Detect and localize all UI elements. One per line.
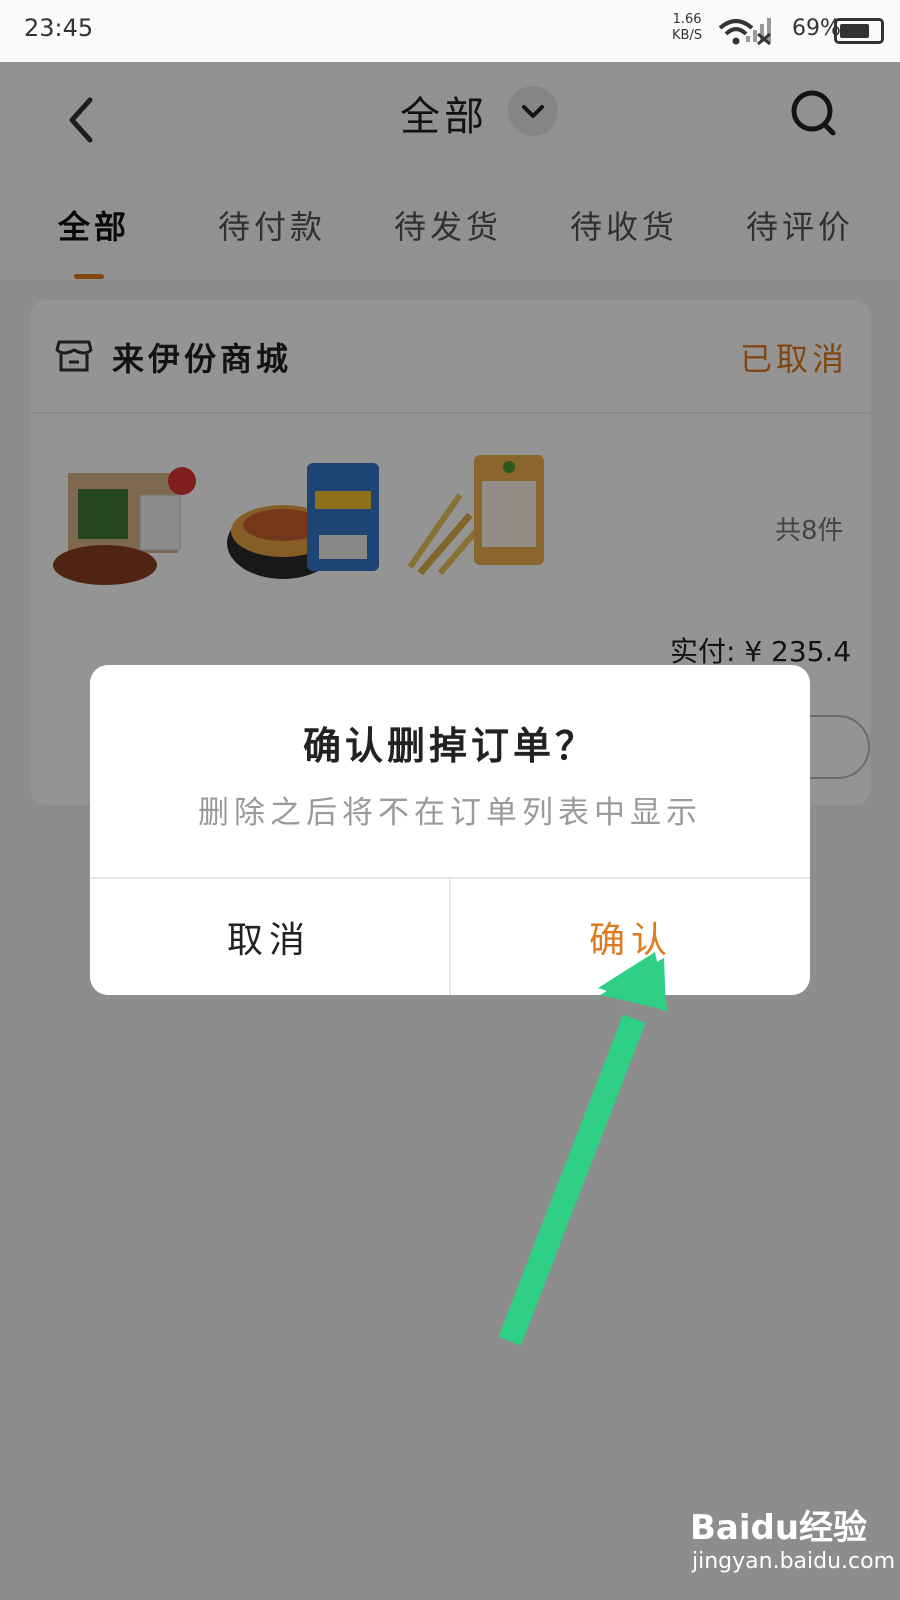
cancel-button[interactable]: 取消 xyxy=(90,879,448,995)
status-time: 23:45 xyxy=(24,14,94,42)
dialog-title: 确认删掉订单？ xyxy=(302,724,597,768)
net-speed-value: 1.66 xyxy=(672,12,702,27)
watermark-brand: Baidu经验 xyxy=(690,1508,868,1548)
dialog-message: 删除之后将不在订单列表中显示 xyxy=(198,795,702,831)
battery-icon xyxy=(834,18,884,44)
signal-icon xyxy=(746,18,771,46)
delete-order-dialog: 确认删掉订单？ 删除之后将不在订单列表中显示 取消 确认 xyxy=(90,665,810,995)
net-speed-unit: KB/S xyxy=(672,28,703,43)
network-speed: 1.66 KB/S xyxy=(672,12,702,44)
confirm-button[interactable]: 确认 xyxy=(452,879,810,995)
watermark-url: jingyan.baidu.com xyxy=(692,1549,896,1574)
battery-level xyxy=(840,24,869,38)
status-bar: 23:45 1.66 KB/S 69% xyxy=(0,0,900,62)
baidu-jingyan-watermark: Baidu经验 jingyan.baidu.com xyxy=(690,1500,895,1574)
dialog-button-divider xyxy=(449,879,451,995)
